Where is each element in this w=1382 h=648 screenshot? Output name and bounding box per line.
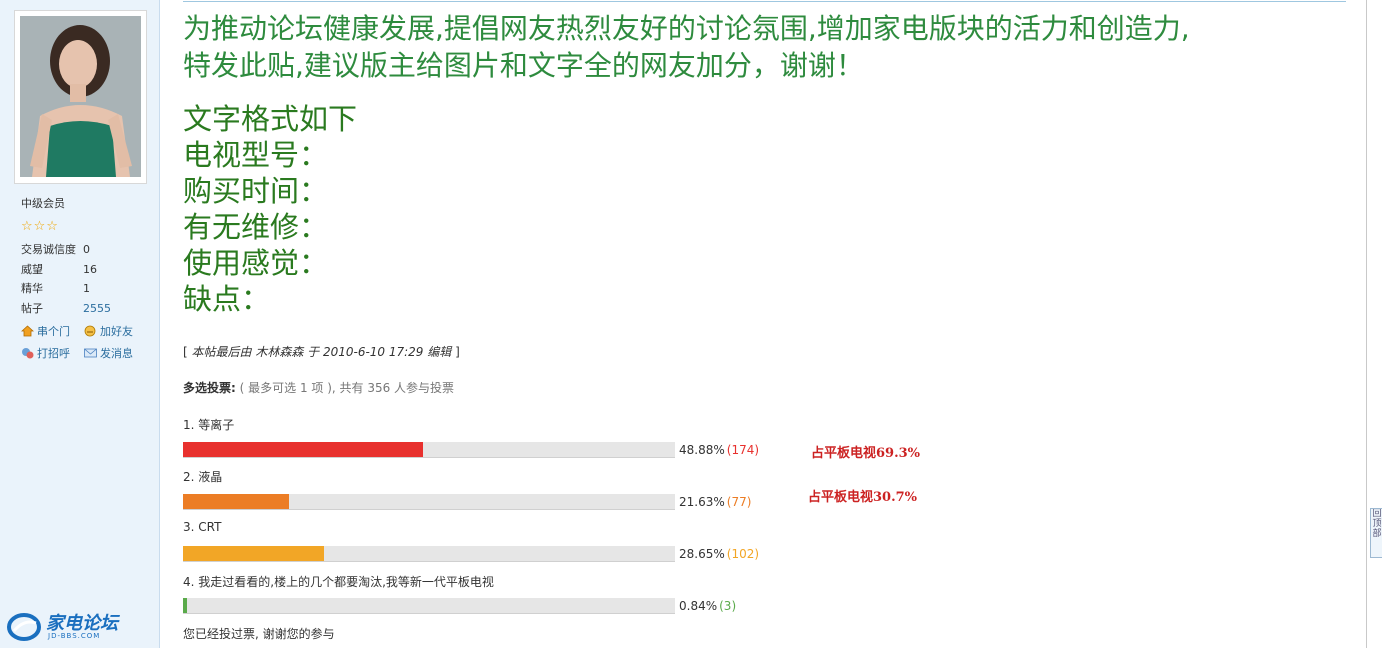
logo-subtext: JD-BBS.COM xyxy=(48,632,101,640)
avatar-frame xyxy=(14,10,147,184)
greet-button[interactable]: 打招呼 xyxy=(21,345,70,361)
forum-logo[interactable]: 家电论坛 JD-BBS.COM xyxy=(6,611,128,643)
intro-line-1: 为推动论坛健康发展,提倡网友热烈友好的讨论氛围,增加家电版块的活力和创造力, xyxy=(183,12,1190,45)
format-line-defects: 缺点： xyxy=(183,282,271,316)
greet-label: 打招呼 xyxy=(37,347,70,360)
add-friend-label: 加好友 xyxy=(100,325,133,338)
poll-percent: 28.65% xyxy=(679,547,725,561)
format-line-purchase-time: 购买时间： xyxy=(183,174,329,208)
format-line-model: 电视型号： xyxy=(183,138,329,172)
add-friend-icon xyxy=(84,325,97,337)
stat-posts-link[interactable]: 2555 xyxy=(83,302,111,315)
poll-result: 48.88% (174) xyxy=(679,443,759,457)
home-icon xyxy=(20,325,35,337)
stat-digest: 精华 1 xyxy=(21,280,90,296)
greet-icon xyxy=(21,347,34,359)
stat-trust: 交易诚信度 0 xyxy=(21,241,90,257)
avatar[interactable] xyxy=(20,16,141,177)
poll-count: (3) xyxy=(719,599,737,613)
poll-result: 28.65% (102) xyxy=(679,547,759,561)
poll-option-label: 1. 等离子 xyxy=(183,418,235,432)
annotation-flatpanel-1: 占平板电视69.3% xyxy=(811,446,921,461)
visit-label: 串个门 xyxy=(37,325,70,338)
envelope-icon xyxy=(84,347,97,359)
rank-stars-icon: ☆☆☆ xyxy=(21,219,59,234)
format-line-repair: 有无维修： xyxy=(183,210,329,244)
poll-bar-track xyxy=(183,494,675,510)
poll-bar-track xyxy=(183,598,675,614)
stat-label: 精华 xyxy=(21,282,43,295)
poll-count: (77) xyxy=(726,495,752,509)
poll-header: 多选投票: ( 最多可选 1 项 ), 共有 356 人参与投票 xyxy=(183,379,454,396)
message-label: 发消息 xyxy=(100,347,133,360)
poll-bar-fill xyxy=(183,442,424,457)
back-to-top-button[interactable]: 回顶部 xyxy=(1370,508,1382,558)
message-button[interactable]: 发消息 xyxy=(84,345,133,361)
poll-option-label: 4. 我走过看看的,楼上的几个都要淘汰,我等新一代平板电视 xyxy=(183,575,494,589)
right-border xyxy=(1366,0,1367,648)
poll-summary: ( 最多可选 1 项 ), 共有 356 人参与投票 xyxy=(239,381,455,395)
poll-bar-fill xyxy=(183,494,290,509)
poll-percent: 48.88% xyxy=(679,443,725,457)
edit-note-text: 本帖最后由 木林森森 于 2010-6-10 17:29 编辑 xyxy=(191,345,452,359)
stat-label: 交易诚信度 xyxy=(21,243,76,256)
poll-option-label: 2. 液晶 xyxy=(183,470,223,484)
poll-count: (174) xyxy=(726,443,760,457)
post-intro: 为推动论坛健康发展,提倡网友热烈友好的讨论氛围,增加家电版块的活力和创造力, 特… xyxy=(183,10,1190,84)
poll-result: 21.63% (77) xyxy=(679,495,751,509)
poll-option-label: 3. CRT xyxy=(183,520,222,534)
poll-percent: 21.63% xyxy=(679,495,725,509)
voted-message: 您已经投过票, 谢谢您的参与 xyxy=(183,627,335,641)
poll-type-label: 多选投票: xyxy=(183,381,236,395)
edit-note: [ 本帖最后由 木林森森 于 2010-6-10 17:29 编辑 ] xyxy=(183,345,460,359)
poll-bar-track xyxy=(183,442,675,458)
poll-percent: 0.84% xyxy=(679,599,718,613)
intro-line-2: 特发此贴,建议版主给图片和文字全的网友加分，谢谢！ xyxy=(183,49,864,82)
add-friend-button[interactable]: 加好友 xyxy=(84,323,133,339)
format-line-experience: 使用感觉： xyxy=(183,246,329,280)
stat-value: 1 xyxy=(83,282,90,295)
poll-result: 0.84% (3) xyxy=(679,599,736,613)
visit-button[interactable]: 串个门 xyxy=(20,323,70,339)
stat-value: 16 xyxy=(83,263,97,276)
format-heading: 文字格式如下 xyxy=(183,102,358,136)
user-sidebar: 中级会员 ☆☆☆ 交易诚信度 0 威望 16 精华 1 帖子 2555 串个门 加好友 … xyxy=(0,0,160,648)
stat-posts: 帖子 2555 xyxy=(21,300,111,316)
poll-bar-fill xyxy=(183,598,188,613)
poll-bar-track xyxy=(183,546,675,562)
stat-prestige: 威望 16 xyxy=(21,261,97,277)
post-top-divider xyxy=(183,1,1346,2)
stat-label: 帖子 xyxy=(21,302,43,315)
annotation-flatpanel-2: 占平板电视30.7% xyxy=(808,490,918,505)
poll-bar-fill xyxy=(183,546,324,561)
user-rank: 中级会员 xyxy=(21,197,65,210)
poll-count: (102) xyxy=(726,547,760,561)
stat-value: 0 xyxy=(83,243,90,256)
stat-label: 威望 xyxy=(21,263,43,276)
